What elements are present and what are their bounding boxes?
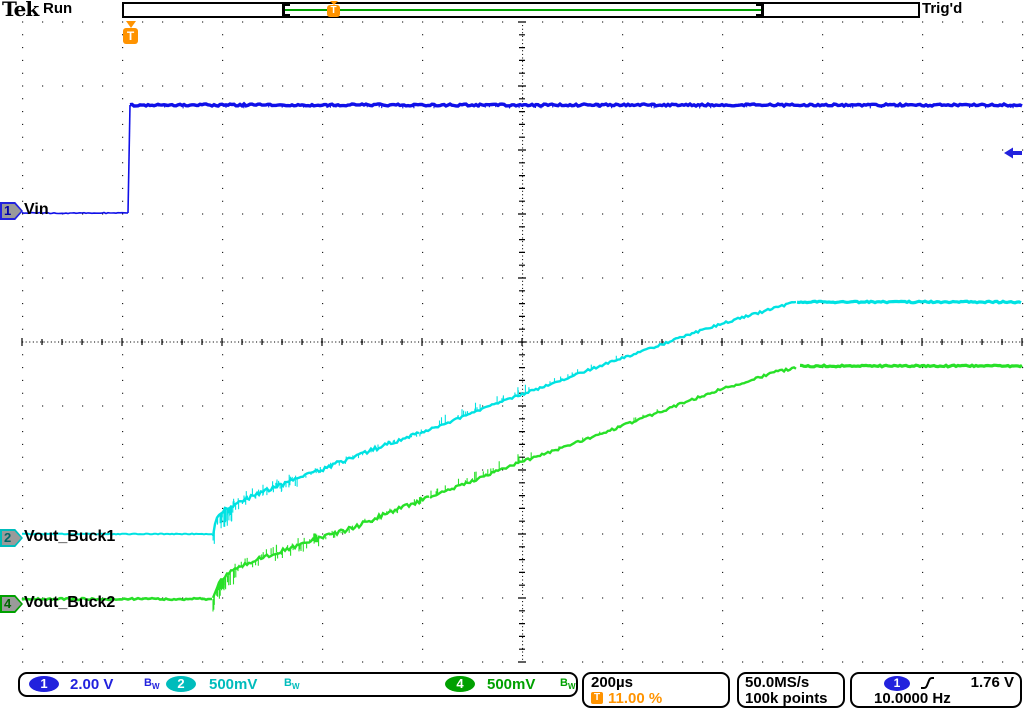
channel2-label: Vout_Buck1 bbox=[24, 528, 115, 546]
oscilloscope-screen: Tek Run T Trig'd T 1 Vin 2 Vout_Buck1 4 … bbox=[0, 0, 1024, 711]
channel1-badge: 1 bbox=[29, 676, 59, 692]
channel4-badge: 4 bbox=[445, 676, 475, 692]
graticule-waveform-area bbox=[0, 0, 1024, 711]
trigger-t-icon: T bbox=[123, 28, 138, 44]
channel2-scale: 500mV bbox=[209, 676, 257, 693]
channel1-bandwidth-icon: BW bbox=[144, 677, 160, 691]
channel2-badge: 2 bbox=[166, 676, 196, 692]
channel1-ground-flag: 1 bbox=[0, 202, 23, 220]
waveform-vout_buck1 bbox=[213, 433, 419, 537]
timebase-readout-box: 200µs T 11.00 % bbox=[582, 672, 730, 708]
trigger-position-percent: 11.00 % bbox=[608, 690, 662, 707]
channel2-number: 2 bbox=[4, 530, 11, 545]
record-length: 100k points bbox=[745, 690, 828, 707]
acquisition-readout-box: 50.0MS/s 100k points bbox=[737, 672, 845, 708]
timebase-scale: 200µs bbox=[591, 674, 633, 691]
trigger-t-icon: T bbox=[591, 692, 603, 704]
channel1-label: Vin bbox=[24, 201, 49, 219]
trigger-readout-box: 1 1.76 V 10.0000 Hz bbox=[850, 672, 1022, 708]
waveform-noise-vout_buck2 bbox=[234, 533, 319, 578]
channel2-bandwidth-icon: BW bbox=[284, 677, 300, 691]
trigger-source-badge: 1 bbox=[884, 676, 910, 691]
trigger-triangle-icon bbox=[126, 21, 136, 28]
waveform-vout_buck1 bbox=[797, 301, 1021, 303]
channel2-ground-flag: 2 bbox=[0, 529, 23, 547]
channel4-ground-flag: 4 bbox=[0, 595, 23, 613]
trigger-frequency: 10.0000 Hz bbox=[874, 690, 951, 707]
rising-slope-icon bbox=[918, 675, 936, 691]
channel4-label: Vout_Buck2 bbox=[24, 594, 115, 612]
waveform-vin bbox=[130, 104, 1022, 106]
channel-readout-box: 1 2.00 V BW 2 500mV BW 4 500mV BW bbox=[18, 672, 578, 697]
waveform-vout_buck2 bbox=[800, 365, 1022, 367]
channel1-number: 1 bbox=[4, 203, 11, 218]
trigger-level: 1.76 V bbox=[971, 674, 1014, 691]
sample-rate: 50.0MS/s bbox=[745, 674, 809, 691]
trigger-position-marker: T bbox=[123, 21, 139, 44]
channel4-number: 4 bbox=[4, 596, 11, 611]
channel4-bandwidth-icon: BW bbox=[560, 677, 576, 691]
trigger-level-arrow-icon bbox=[1004, 148, 1022, 159]
channel4-scale: 500mV bbox=[487, 676, 535, 693]
waveform-noise-vout_buck1 bbox=[233, 475, 297, 513]
waveform-vout_buck1 bbox=[420, 302, 796, 434]
waveform-vin bbox=[128, 105, 130, 213]
channel1-scale: 2.00 V bbox=[70, 676, 113, 693]
waveform-vout_buck2 bbox=[430, 367, 796, 498]
